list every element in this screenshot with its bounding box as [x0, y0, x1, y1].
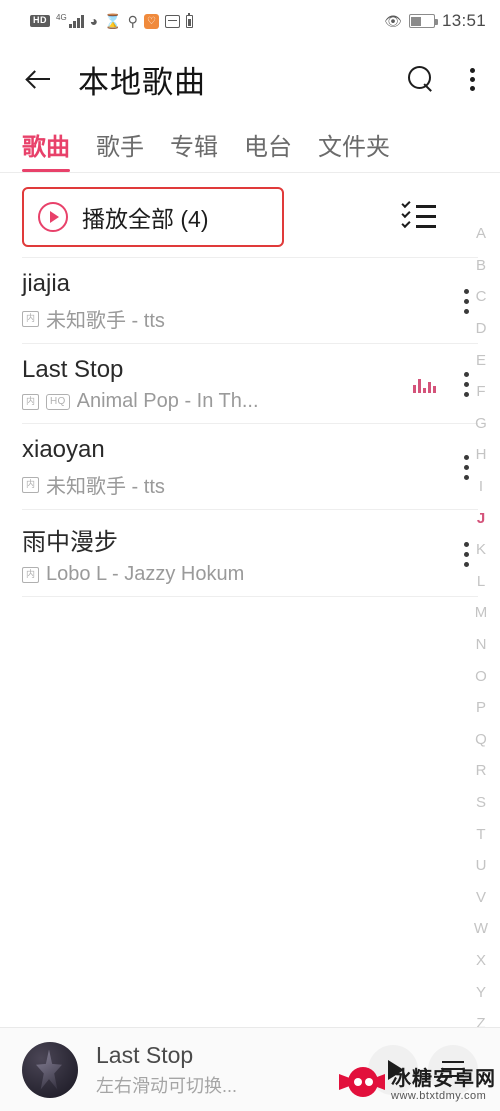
tab-bar: 歌曲 歌手 专辑 电台 文件夹 — [0, 116, 500, 172]
page-title: 本地歌曲 — [78, 64, 206, 100]
alpha-index-w[interactable]: W — [474, 913, 488, 945]
song-title: 雨中漫步 — [22, 529, 118, 556]
play-button-icon[interactable] — [368, 1044, 418, 1095]
list-item[interactable]: Last Stop 内 HQ Animal Pop - In Th... — [22, 344, 478, 424]
alpha-index-b[interactable]: B — [476, 250, 486, 282]
tab-radio[interactable]: 电台 — [244, 127, 292, 172]
alpha-index-k[interactable]: K — [476, 534, 486, 566]
inbox-icon — [164, 14, 180, 28]
album-art — [22, 1041, 78, 1098]
search-icon[interactable] — [408, 66, 434, 92]
song-subtitle-row: 内 HQ Animal Pop - In Th... — [22, 390, 413, 413]
play-all-button[interactable]: 播放全部 (4) — [22, 187, 284, 247]
list-item[interactable]: jiajia 内 未知歌手 - tts — [22, 257, 478, 344]
local-file-icon: 内 — [22, 476, 39, 493]
song-subtitle-row: 内 未知歌手 - tts — [22, 470, 454, 499]
alpha-index-x[interactable]: X — [476, 945, 486, 977]
song-title: jiajia — [22, 270, 71, 297]
song-title: xiaoyan — [22, 436, 105, 463]
alpha-index-l[interactable]: L — [477, 566, 485, 598]
alpha-index-u[interactable]: U — [476, 850, 487, 882]
song-info: jiajia 内 未知歌手 - tts — [22, 270, 454, 333]
song-artist: Lobo L - Jazzy Hokum — [46, 563, 245, 585]
kebab-menu-icon[interactable] — [462, 64, 478, 95]
song-artist: Animal Pop - In Th... — [76, 390, 259, 412]
song-subtitle-row: 内 未知歌手 - tts — [22, 304, 454, 333]
status-bar: HD 4G ◕ ⌛ ⚲ ♡ 👁 13:51 — [0, 0, 500, 42]
alpha-index-s[interactable]: S — [476, 787, 486, 819]
tab-songs[interactable]: 歌曲 — [22, 127, 70, 172]
app-header: 本地歌曲 — [0, 42, 500, 116]
alpha-index-q[interactable]: Q — [475, 724, 487, 756]
playlist-button-icon[interactable] — [428, 1044, 478, 1095]
alpha-index-h[interactable]: H — [476, 439, 487, 471]
song-artist: 未知歌手 - tts — [46, 310, 165, 332]
local-file-icon: 内 — [22, 310, 39, 327]
song-title: Last Stop — [22, 356, 124, 383]
local-file-icon: 内 — [22, 566, 39, 583]
alpha-index-j[interactable]: J — [477, 502, 485, 534]
song-artist: 未知歌手 - tts — [46, 476, 165, 498]
alpha-index-o[interactable]: O — [475, 660, 487, 692]
alpha-index-y[interactable]: Y — [476, 976, 486, 1008]
song-subtitle-row: 内 Lobo L - Jazzy Hokum — [22, 563, 454, 586]
alpha-index-c[interactable]: C — [476, 281, 487, 313]
mini-player[interactable]: Last Stop 左右滑动可切换... — [0, 1027, 500, 1111]
play-circle-icon — [38, 202, 68, 232]
list-item[interactable]: 雨中漫步 内 Lobo L - Jazzy Hokum — [22, 510, 478, 597]
local-file-icon: 内 — [22, 393, 39, 410]
accessibility-icon: ⚲ — [127, 13, 138, 29]
song-info: Last Stop 内 HQ Animal Pop - In Th... — [22, 356, 413, 413]
status-bar-left: HD 4G ◕ ⌛ ⚲ ♡ — [30, 12, 193, 29]
mini-player-subtitle: 左右滑动可切换... — [96, 1075, 238, 1096]
list-item[interactable]: xiaoyan 内 未知歌手 - tts — [22, 424, 478, 510]
alpha-index-v[interactable]: V — [476, 881, 486, 913]
signal-4g-icon: 4G — [56, 12, 84, 28]
header-actions — [408, 64, 478, 95]
alpha-index-p[interactable]: P — [476, 692, 486, 724]
battery-icon — [408, 14, 438, 28]
checklist-icon[interactable] — [401, 198, 436, 232]
battery-small-icon — [185, 12, 193, 28]
mini-player-title: Last Stop — [96, 1041, 194, 1068]
alpha-index-e[interactable]: E — [476, 344, 486, 376]
play-all-label: 播放全部 (4) — [82, 206, 209, 232]
alpha-index-d[interactable]: D — [476, 313, 487, 345]
orange-app-icon: ♡ — [143, 13, 159, 29]
app-screen: HD 4G ◕ ⌛ ⚲ ♡ 👁 13:51 本地歌曲 歌曲 歌手 专辑 电台 文… — [0, 0, 500, 1111]
hd-badge-icon: HD — [30, 15, 50, 27]
alphabet-index[interactable]: ABCDEFGHIJKLMNOPQRSTUVWXYZ# — [468, 218, 494, 1071]
alpha-index-i[interactable]: I — [479, 471, 483, 503]
mini-player-text: Last Stop 左右滑动可切换... — [96, 1042, 358, 1098]
status-bar-right: 👁 13:51 — [384, 11, 486, 31]
hourglass-icon: ⌛ — [104, 13, 122, 29]
alpha-index-n[interactable]: N — [476, 629, 487, 661]
hq-badge: HQ — [46, 393, 70, 410]
alpha-index-f[interactable]: F — [476, 376, 485, 408]
alpha-index-g[interactable]: G — [475, 408, 487, 440]
back-arrow-icon[interactable] — [22, 62, 56, 96]
alpha-index-a[interactable]: A — [476, 218, 486, 250]
song-list: jiajia 内 未知歌手 - tts Last Stop 内 HQ Anima… — [0, 257, 500, 597]
alpha-index-t[interactable]: T — [476, 818, 485, 850]
status-clock: 13:51 — [441, 11, 486, 30]
network-type-label: 4G — [56, 12, 67, 22]
tab-albums[interactable]: 专辑 — [170, 127, 218, 172]
alpha-index-m[interactable]: M — [475, 597, 488, 629]
song-info: xiaoyan 内 未知歌手 - tts — [22, 436, 454, 499]
song-info: 雨中漫步 内 Lobo L - Jazzy Hokum — [22, 522, 454, 586]
eye-icon: 👁 — [384, 13, 402, 29]
tab-folders[interactable]: 文件夹 — [318, 127, 390, 172]
play-all-row: 播放全部 (4) — [0, 173, 500, 257]
tab-artists[interactable]: 歌手 — [96, 127, 144, 172]
wifi-icon: ◕ — [89, 13, 99, 29]
now-playing-equalizer-icon — [413, 377, 436, 393]
alpha-index-r[interactable]: R — [476, 755, 487, 787]
